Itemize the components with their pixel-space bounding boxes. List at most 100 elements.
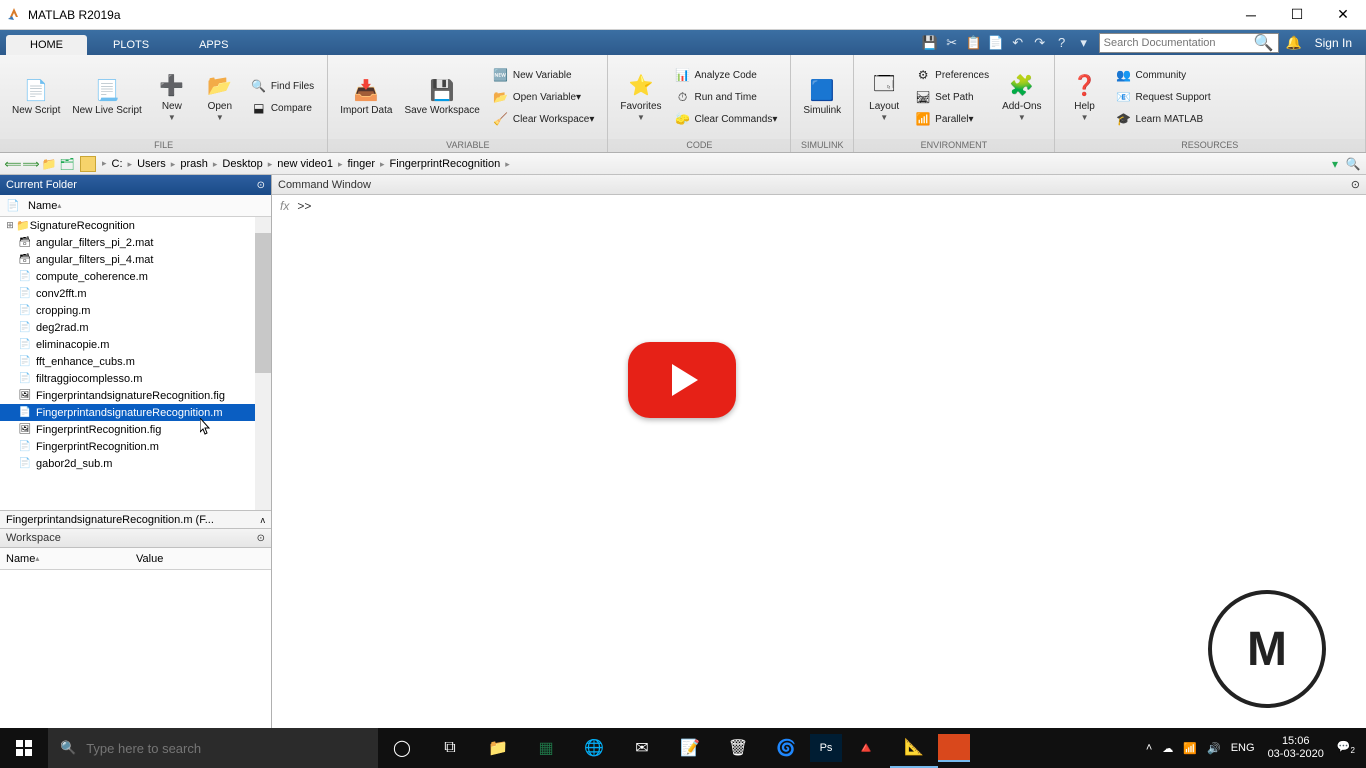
onedrive-icon[interactable]: ☁ xyxy=(1157,742,1178,755)
matlab-taskbar-icon[interactable]: 📐 xyxy=(890,728,938,768)
community-button[interactable]: 👥Community xyxy=(1113,65,1214,85)
cortana-icon[interactable]: ◯ xyxy=(378,728,426,768)
import-data-button[interactable]: 📥Import Data xyxy=(334,73,398,121)
request-support-button[interactable]: 📧Request Support xyxy=(1113,87,1214,107)
file-row[interactable]: 📄filtraggiocomplesso.m xyxy=(0,370,271,387)
breadcrumb-item[interactable]: FingerprintRecognition xyxy=(387,158,504,170)
task-view-icon[interactable]: ⧉ xyxy=(426,728,474,768)
undo-icon[interactable]: ↶ xyxy=(1007,32,1029,54)
doc-search[interactable]: 🔍 xyxy=(1099,33,1279,53)
file-row[interactable]: 📄cropping.m xyxy=(0,302,271,319)
favorites-button[interactable]: ⭐Favorites▼ xyxy=(614,69,667,126)
learn-matlab-button[interactable]: 🎓Learn MATLAB xyxy=(1113,109,1214,129)
nav-back-icon[interactable]: ⟸ xyxy=(4,155,22,173)
open-button[interactable]: 📂Open▼ xyxy=(196,69,244,126)
tab-plots[interactable]: PLOTS xyxy=(89,35,173,55)
tab-apps[interactable]: APPS xyxy=(175,35,252,55)
new-script-button[interactable]: 📄New Script xyxy=(6,73,66,121)
run-and-time-button[interactable]: ⏱Run and Time xyxy=(672,87,781,107)
taskbar-search[interactable]: 🔍 xyxy=(48,728,378,768)
notifications-icon[interactable]: 💬2 xyxy=(1332,740,1360,755)
parallel-button[interactable]: 📶Parallel ▾ xyxy=(912,109,992,129)
chrome-icon[interactable]: 🌐 xyxy=(570,728,618,768)
current-folder-header[interactable]: Current Folder ⊙ xyxy=(0,175,271,195)
command-window-body[interactable]: fx>> xyxy=(272,195,1366,728)
recorder-icon[interactable] xyxy=(938,734,970,762)
notepad-icon[interactable]: 📝 xyxy=(666,728,714,768)
panel-options-icon[interactable]: ⊙ xyxy=(1351,178,1360,191)
new-live-script-button[interactable]: 📃New Live Script xyxy=(66,73,147,121)
set-path-button[interactable]: 🛤Set Path xyxy=(912,87,992,107)
panel-options-icon[interactable]: ⊙ xyxy=(257,180,265,191)
breadcrumb-item[interactable]: new video1 xyxy=(274,158,336,170)
taskbar-search-input[interactable] xyxy=(86,741,366,756)
breadcrumb[interactable]: C:▸Users▸prash▸Desktop▸new video1▸finger… xyxy=(109,158,512,170)
folder-row[interactable]: ⊞📁SignatureRecognition xyxy=(0,217,271,234)
tray-chevron-icon[interactable]: ˄ xyxy=(1141,742,1157,754)
analyze-code-button[interactable]: 📊Analyze Code xyxy=(672,65,781,85)
chevron-down-icon[interactable]: ▾ xyxy=(1073,32,1095,54)
signin-button[interactable]: Sign In xyxy=(1305,36,1362,50)
scrollbar-thumb[interactable] xyxy=(255,233,271,373)
panel-options-icon[interactable]: ⊙ xyxy=(257,533,265,544)
file-explorer-icon[interactable]: 📁 xyxy=(474,728,522,768)
simulink-button[interactable]: 🟦Simulink xyxy=(797,73,847,121)
volume-icon[interactable]: 🔊 xyxy=(1202,742,1226,755)
file-row[interactable]: 🗃angular_filters_pi_4.mat xyxy=(0,251,271,268)
file-row[interactable]: 📄FingerprintandsignatureRecognition.m xyxy=(0,404,271,421)
help-button[interactable]: ❓Help▼ xyxy=(1061,69,1109,126)
file-row[interactable]: 📄deg2rad.m xyxy=(0,319,271,336)
addons-button[interactable]: 🧩Add-Ons▼ xyxy=(996,69,1047,126)
expand-icon[interactable]: ⊞ xyxy=(4,220,16,231)
file-row[interactable]: 📄fft_enhance_cubs.m xyxy=(0,353,271,370)
file-row[interactable]: 🗃angular_filters_pi_2.mat xyxy=(0,234,271,251)
file-row[interactable]: 📄compute_coherence.m xyxy=(0,268,271,285)
bell-icon[interactable]: 🔔 xyxy=(1283,32,1305,54)
layout-button[interactable]: 🗔Layout▼ xyxy=(860,69,908,126)
help-icon[interactable]: ? xyxy=(1051,32,1073,54)
start-button[interactable] xyxy=(0,728,48,768)
minimize-button[interactable]: ─ xyxy=(1228,0,1274,30)
paste-icon[interactable]: 📄 xyxy=(985,32,1007,54)
system-tray[interactable]: ˄ ☁ 📶 🔊 ENG 15:06 03-03-2020 💬2 xyxy=(1141,735,1366,761)
compare-button[interactable]: ⬓Compare xyxy=(248,98,317,118)
file-list-header[interactable]: 📄 Name ▴ xyxy=(0,195,271,217)
save-icon[interactable]: 💾 xyxy=(919,32,941,54)
scrollbar-track[interactable] xyxy=(255,217,271,510)
youtube-play-icon[interactable] xyxy=(628,342,736,418)
open-variable-button[interactable]: 📂Open Variable ▾ xyxy=(490,87,598,107)
photoshop-icon[interactable]: Ps xyxy=(810,734,842,762)
file-row[interactable]: 🖼FingerprintRecognition.fig xyxy=(0,421,271,438)
new-variable-button[interactable]: 🆕New Variable xyxy=(490,65,598,85)
new-button[interactable]: ➕New▼ xyxy=(148,69,196,126)
cut-icon[interactable]: ✂ xyxy=(941,32,963,54)
maximize-button[interactable]: ☐ xyxy=(1274,0,1320,30)
nav-up-icon[interactable]: 📁 xyxy=(40,155,58,173)
breadcrumb-item[interactable]: prash xyxy=(177,158,211,170)
workspace-columns[interactable]: Name ▴ Value xyxy=(0,548,271,570)
wifi-icon[interactable]: 📶 xyxy=(1178,742,1202,755)
app-icon[interactable]: 🌀 xyxy=(762,728,810,768)
nav-forward-icon[interactable]: ⟹ xyxy=(22,155,40,173)
file-row[interactable]: 📄FingerprintRecognition.m xyxy=(0,438,271,455)
search-icon[interactable]: 🔍 xyxy=(1254,33,1274,53)
chevron-up-icon[interactable]: ʌ xyxy=(261,515,266,525)
address-dropdown-icon[interactable]: ▾ xyxy=(1326,155,1344,173)
file-detail-bar[interactable]: FingerprintandsignatureRecognition.m (F.… xyxy=(0,510,271,528)
breadcrumb-item[interactable]: Desktop xyxy=(219,158,265,170)
copy-icon[interactable]: 📋 xyxy=(963,32,985,54)
close-button[interactable]: ✕ xyxy=(1320,0,1366,30)
redo-icon[interactable]: ↷ xyxy=(1029,32,1051,54)
breadcrumb-item[interactable]: finger xyxy=(344,158,378,170)
command-window-header[interactable]: Command Window ⊙ xyxy=(272,175,1366,195)
file-list[interactable]: ⊞📁SignatureRecognition🗃angular_filters_p… xyxy=(0,217,271,510)
clear-commands-button[interactable]: 🧽Clear Commands ▾ xyxy=(672,109,781,129)
breadcrumb-item[interactable]: Users xyxy=(134,158,169,170)
save-workspace-button[interactable]: 💾Save Workspace xyxy=(398,73,485,121)
doc-search-input[interactable] xyxy=(1104,37,1254,49)
file-row[interactable]: 🖼FingerprintandsignatureRecognition.fig xyxy=(0,387,271,404)
mail-icon[interactable]: ✉ xyxy=(618,728,666,768)
nav-browse-icon[interactable]: 🗂 xyxy=(58,155,76,173)
tab-home[interactable]: HOME xyxy=(6,35,87,55)
preferences-button[interactable]: ⚙Preferences xyxy=(912,65,992,85)
